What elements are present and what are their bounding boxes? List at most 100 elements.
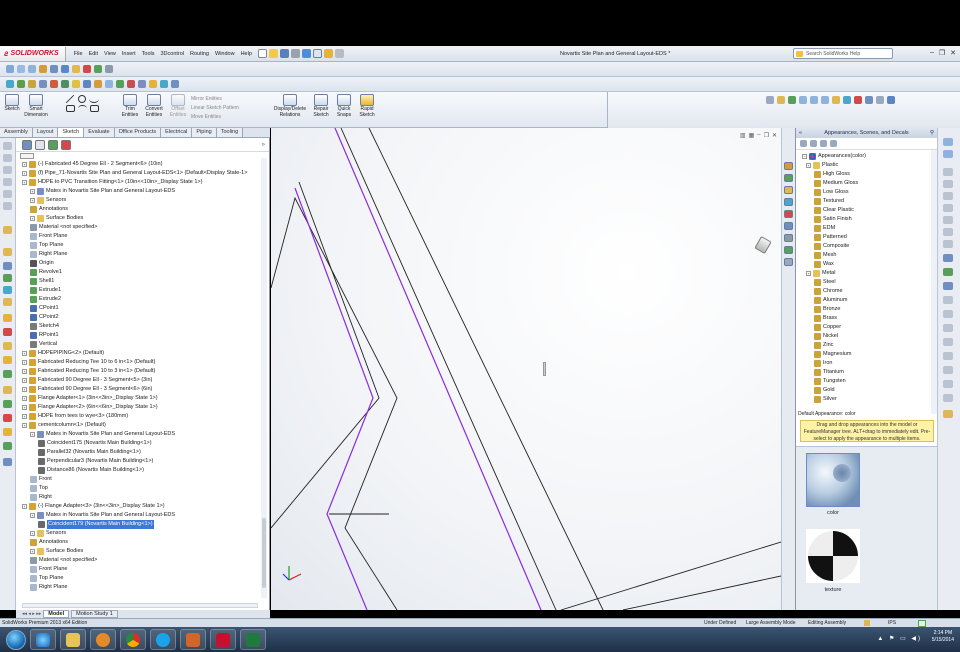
expand-toggle-icon[interactable]: + <box>22 423 27 428</box>
rebuild-status-icon[interactable] <box>864 620 870 626</box>
tree-item[interactable]: Origin <box>30 259 54 268</box>
tree-item[interactable]: + cementcolumn<1> (Default) <box>22 421 106 430</box>
tab-motion-study[interactable]: Motion Study 1 <box>71 610 118 618</box>
minimize-viewport-icon[interactable]: – <box>757 132 760 139</box>
appearance-item[interactable]: Chrome <box>814 287 843 296</box>
tree-item[interactable]: + (-) Flange Adapter<3> (3in<<3in>_Displa… <box>22 502 165 511</box>
clearance-tool-icon[interactable] <box>3 414 12 422</box>
close-viewport-icon[interactable]: ✕ <box>772 132 777 139</box>
expand-toggle-icon[interactable]: + <box>22 378 27 383</box>
pipe-icon[interactable] <box>17 80 25 88</box>
right-tool-4-icon[interactable] <box>943 180 953 188</box>
interference-icon[interactable] <box>127 80 135 88</box>
expand-toggle-icon[interactable]: + <box>22 171 27 176</box>
route-properties-icon[interactable] <box>50 80 58 88</box>
view-icon-c[interactable] <box>788 96 796 104</box>
tree-item[interactable]: + Fabricated Reducing Tee 10 to 3 in<1> (… <box>22 367 155 376</box>
appearance-item[interactable]: Textured <box>814 197 844 206</box>
mass-icon[interactable] <box>105 80 113 88</box>
tab-nav-arrows-icon[interactable]: ◂◂ ◂ ▸ ▸▸ <box>22 611 41 617</box>
spline-icon[interactable] <box>89 95 99 103</box>
menu-edit[interactable]: Edit <box>89 51 98 57</box>
view-icon-a[interactable] <box>766 96 774 104</box>
right-tool-16-icon[interactable] <box>943 338 953 346</box>
forward-icon[interactable] <box>810 140 817 147</box>
display-delete-relations-button[interactable]: Display/Delete Relations <box>272 94 308 118</box>
tab-electrical[interactable]: Electrical <box>161 128 193 137</box>
custom-properties-icon[interactable] <box>784 222 793 230</box>
appearance-icon[interactable] <box>83 65 91 73</box>
view-icon-f[interactable] <box>821 96 829 104</box>
tree-item[interactable]: CPoint1 <box>30 304 59 313</box>
status-units[interactable]: IPS <box>888 619 896 627</box>
taskbar-clock[interactable]: 2:14 PM 5/15/2014 <box>932 630 954 644</box>
right-tool-8-icon[interactable] <box>943 228 953 236</box>
filter-icon[interactable] <box>20 153 34 159</box>
tree-item[interactable]: Top Plane <box>30 241 63 250</box>
fitting-icon[interactable] <box>28 80 36 88</box>
tree-item[interactable]: Top <box>30 484 48 493</box>
tab-assembly[interactable]: Assembly <box>0 128 33 137</box>
tree-item[interactable]: RPoint1 <box>30 331 59 340</box>
move-entities-button[interactable]: Move Entities <box>191 113 221 121</box>
expand-toggle-icon[interactable]: + <box>22 405 27 410</box>
insert-component-icon[interactable] <box>3 370 12 378</box>
right-tool-19-icon[interactable] <box>943 380 953 388</box>
collapse-pane-icon[interactable]: « <box>799 128 802 138</box>
splitter-handle[interactable] <box>543 362 546 376</box>
route-icon[interactable] <box>3 298 12 306</box>
menu-file[interactable]: File <box>74 51 83 57</box>
rotate-component-icon[interactable] <box>160 80 168 88</box>
tab-evaluate[interactable]: Evaluate <box>84 128 115 137</box>
help-icon[interactable] <box>830 140 837 147</box>
menu-routing[interactable]: Routing <box>190 51 209 57</box>
clearance-icon[interactable] <box>138 80 146 88</box>
fix-icon[interactable] <box>3 274 12 282</box>
tree-item[interactable]: + Flange Adapter<2> (6in<<6in>_Display St… <box>22 403 158 412</box>
measure-icon[interactable] <box>94 80 102 88</box>
appearance-item[interactable]: Nickel <box>814 332 838 341</box>
right-tool-2-icon[interactable] <box>943 150 953 158</box>
tree-item[interactable]: Coincident179 (Novartis Main Building<1>… <box>38 520 154 529</box>
point-tool-icon[interactable] <box>3 190 12 198</box>
appearance-item[interactable]: Wax <box>814 260 834 269</box>
new-icon[interactable] <box>257 49 267 58</box>
flange-icon[interactable] <box>39 80 47 88</box>
split-view-icon[interactable]: ▥ <box>740 132 746 139</box>
select-icon[interactable] <box>312 49 322 58</box>
right-tool-14-icon[interactable] <box>943 310 953 318</box>
tree-item[interactable]: Front Plane <box>30 232 67 241</box>
tree-item[interactable]: Revolve1 <box>30 268 62 277</box>
tab-layout[interactable]: Layout <box>32 128 59 137</box>
view-icon-i[interactable] <box>854 96 862 104</box>
menu-3dcontrol[interactable]: 3Dcontrol <box>160 51 184 57</box>
bom-icon[interactable] <box>61 80 69 88</box>
tree-item[interactable]: Distance86 (Novartis Main Building<1>) <box>38 466 144 475</box>
expand-toggle-icon[interactable]: + <box>30 531 35 536</box>
expand-toggle-icon[interactable]: + <box>30 513 35 518</box>
property-manager-tab-icon[interactable] <box>35 139 45 150</box>
appearance-item[interactable]: Titanium <box>814 368 844 377</box>
menu-help[interactable]: Help <box>241 51 252 57</box>
tree-item[interactable]: + Plastic <box>806 161 838 170</box>
relations-icon[interactable] <box>3 248 12 256</box>
tree-item[interactable]: Sketch4 <box>30 322 59 331</box>
tree-item[interactable]: + Flange Adapter<1> (3in<<3in>_Display St… <box>22 394 158 403</box>
pin-icon[interactable] <box>3 202 12 210</box>
display-manager-tab-icon[interactable] <box>61 139 71 150</box>
appearance-item[interactable]: Iron <box>814 359 832 368</box>
appearances-root[interactable]: − Appearances(color) <box>802 152 866 161</box>
quick-snaps-button[interactable]: Quick Snaps <box>334 94 354 118</box>
right-tool-20-icon[interactable] <box>943 394 953 402</box>
smart-dimension-button[interactable]: Smart Dimension <box>24 94 48 118</box>
tree-item[interactable]: Front <box>30 475 52 484</box>
view-icon-d[interactable] <box>799 96 807 104</box>
assembly-icon[interactable] <box>3 356 12 364</box>
appearances-icon[interactable] <box>784 210 793 218</box>
tree-item[interactable]: + HDPE to PVC Transition Fitting<1> (10in… <box>22 178 202 187</box>
right-tool-18-icon[interactable] <box>943 366 953 374</box>
repair-sketch-button[interactable]: Repair Sketch <box>310 94 332 118</box>
taskbar-solidworks[interactable] <box>210 629 236 650</box>
move-component-icon[interactable] <box>149 80 157 88</box>
tree-item[interactable]: Material <not specified> <box>30 556 97 565</box>
